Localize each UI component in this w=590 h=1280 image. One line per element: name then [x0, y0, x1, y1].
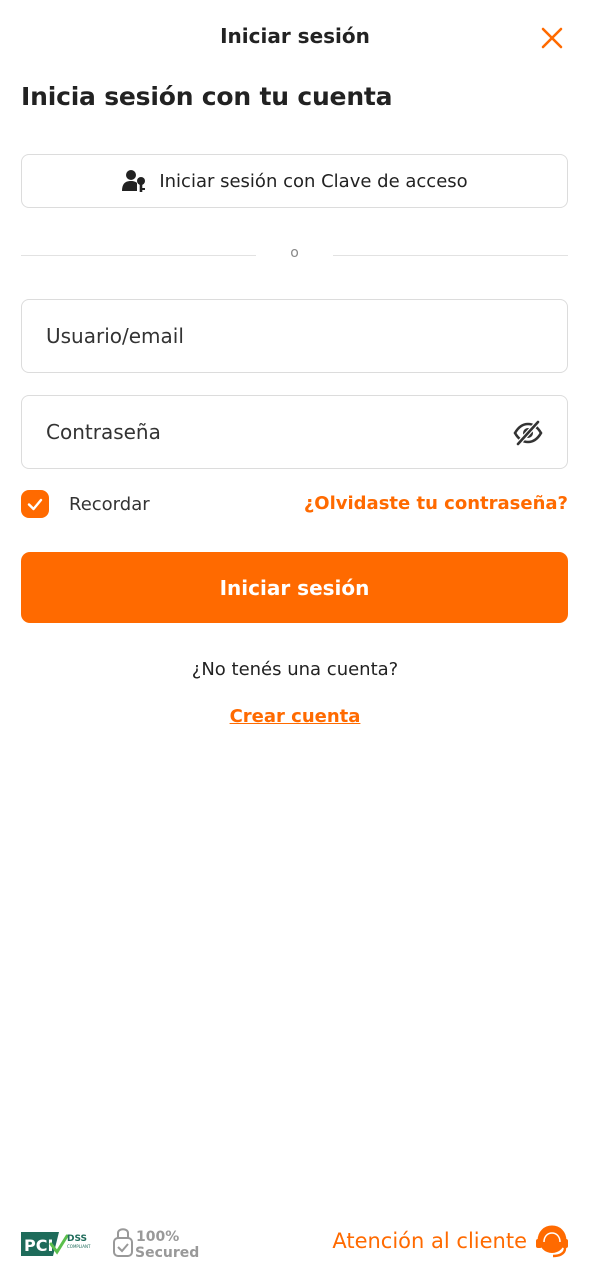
svg-text:DSS: DSS	[67, 1234, 87, 1244]
divider-text: o	[290, 245, 299, 261]
customer-support-button[interactable]: Atención al cliente	[332, 1224, 569, 1258]
remember-checkbox[interactable]	[21, 490, 49, 518]
svg-text:100%: 100%	[136, 1229, 179, 1245]
remember-me: Recordar	[21, 490, 150, 518]
login-button[interactable]: Iniciar sesión	[21, 552, 568, 623]
pci-dss-logo: PCI DSS COMPLIANT	[21, 1232, 91, 1256]
footer: PCI DSS COMPLIANT 100% Secured Atención …	[0, 1218, 590, 1268]
passkey-login-button[interactable]: Iniciar sesión con Clave de acceso	[21, 154, 568, 208]
user-key-icon	[122, 170, 146, 192]
check-icon	[27, 498, 43, 511]
headset-icon	[536, 1225, 568, 1258]
svg-text:Secured: Secured	[135, 1245, 199, 1260]
header: Iniciar sesión	[0, 0, 590, 76]
password-field-box	[21, 395, 568, 469]
password-input[interactable]	[46, 420, 543, 444]
forgot-password-link[interactable]: ¿Olvidaste tu contraseña?	[304, 493, 568, 514]
or-divider: o	[21, 245, 568, 267]
eye-slash-icon[interactable]	[513, 420, 543, 446]
divider-line-right	[333, 255, 568, 256]
header-title: Iniciar sesión	[220, 24, 370, 48]
username-field-box	[21, 299, 568, 373]
create-account-link[interactable]: Crear cuenta	[0, 706, 590, 727]
customer-support-label: Atención al cliente	[332, 1229, 527, 1253]
remember-label: Recordar	[69, 493, 150, 515]
username-input[interactable]	[46, 324, 543, 348]
svg-text:COMPLIANT: COMPLIANT	[67, 1244, 91, 1249]
svg-text:PCI: PCI	[24, 1236, 53, 1255]
page-title: Inicia sesión con tu cuenta	[21, 82, 393, 111]
passkey-login-label: Iniciar sesión con Clave de acceso	[159, 170, 468, 192]
no-account-text: ¿No tenés una cuenta?	[191, 659, 399, 680]
secured-badge: 100% Secured	[113, 1228, 199, 1260]
close-icon[interactable]	[540, 26, 564, 50]
